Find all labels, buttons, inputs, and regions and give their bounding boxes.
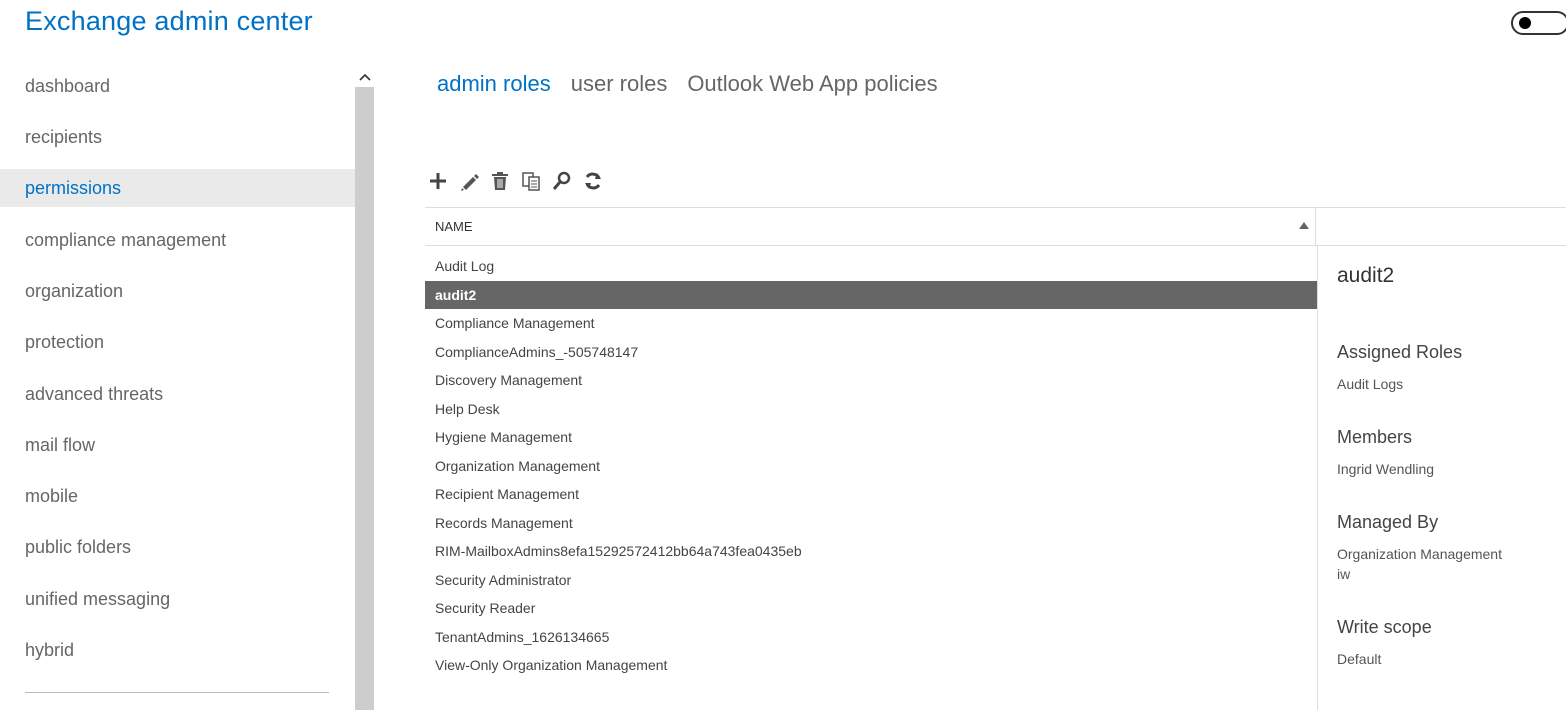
sidebar-item-mail-flow[interactable]: mail flow	[0, 426, 355, 464]
details-title: audit2	[1337, 264, 1395, 287]
delete-button[interactable]	[489, 169, 511, 193]
scroll-thumb[interactable]	[355, 87, 374, 710]
write-scope-label: Write scope	[1337, 617, 1432, 637]
sidebar-divider	[25, 692, 329, 693]
header-separator	[1315, 208, 1316, 245]
table-row[interactable]: Help Desk	[425, 395, 1317, 424]
members-label: Members	[1337, 427, 1413, 447]
table-row[interactable]: Compliance Management	[425, 309, 1317, 338]
sidebar-item-recipients[interactable]: recipients	[0, 118, 355, 156]
toolbar	[427, 169, 604, 193]
sidebar-scrollbar[interactable]	[355, 67, 374, 710]
sidebar-nav: dashboard recipients permissions complia…	[0, 62, 355, 710]
sidebar-item-advanced-threats[interactable]: advanced threats	[0, 375, 355, 413]
search-icon	[552, 171, 571, 190]
table-row[interactable]: Discovery Management	[425, 366, 1317, 395]
theme-toggle[interactable]	[1511, 11, 1566, 35]
table-row-selected[interactable]: audit2	[425, 280, 1317, 309]
sidebar-item-permissions[interactable]: permissions	[0, 169, 355, 207]
copy-button[interactable]	[520, 169, 542, 193]
table-row[interactable]: View-Only Organization Management	[425, 651, 1317, 680]
sidebar-item-unified-messaging[interactable]: unified messaging	[0, 580, 355, 618]
assigned-roles-value: Audit Logs	[1337, 376, 1404, 392]
refresh-button[interactable]	[582, 169, 604, 193]
copy-icon	[522, 172, 540, 191]
refresh-icon	[585, 172, 601, 190]
managed-by-value-2: iw	[1337, 566, 1351, 582]
tab-owa-policies[interactable]: Outlook Web App policies	[687, 71, 937, 97]
table-row[interactable]: Hygiene Management	[425, 423, 1317, 452]
search-button[interactable]	[551, 169, 573, 193]
sidebar-item-compliance-management[interactable]: compliance management	[0, 221, 355, 259]
edit-icon	[461, 174, 479, 191]
details-separator	[1317, 246, 1318, 710]
table-row[interactable]: Records Management	[425, 509, 1317, 538]
list-header: NAME	[425, 207, 1566, 246]
add-icon	[430, 173, 446, 189]
table-row[interactable]: Security Reader	[425, 594, 1317, 623]
delete-icon	[492, 172, 508, 190]
assigned-roles-label: Assigned Roles	[1337, 342, 1463, 362]
table-row[interactable]: Organization Management	[425, 452, 1317, 481]
toggle-knob	[1519, 17, 1531, 29]
table-row[interactable]: RIM-MailboxAdmins8efa15292572412bb64a743…	[425, 537, 1317, 566]
sidebar-item-hybrid[interactable]: hybrid	[0, 631, 355, 669]
table-row[interactable]: ComplianceAdmins_-505748147	[425, 338, 1317, 367]
sort-ascending-icon[interactable]	[1299, 222, 1309, 229]
table-row[interactable]: Recipient Management	[425, 480, 1317, 509]
tab-bar: admin roles user roles Outlook Web App p…	[437, 71, 938, 97]
sidebar-item-organization[interactable]: organization	[0, 272, 355, 310]
role-group-list: Audit Log audit2 Compliance Management C…	[425, 252, 1317, 680]
app-title: Exchange admin center	[25, 6, 313, 36]
sidebar-item-dashboard[interactable]: dashboard	[0, 67, 355, 105]
write-scope-value: Default	[1337, 651, 1382, 667]
scroll-up-button[interactable]	[355, 67, 374, 87]
tab-user-roles[interactable]: user roles	[571, 71, 668, 97]
managed-by-label: Managed By	[1337, 512, 1439, 532]
sidebar-item-mobile[interactable]: mobile	[0, 477, 355, 515]
managed-by-value: Organization Management	[1337, 546, 1502, 562]
table-row[interactable]: Audit Log	[425, 252, 1317, 281]
edit-button[interactable]	[458, 169, 480, 193]
column-header-name[interactable]: NAME	[435, 208, 473, 245]
sidebar-item-protection[interactable]: protection	[0, 323, 355, 361]
tab-admin-roles[interactable]: admin roles	[437, 71, 551, 97]
table-row[interactable]: TenantAdmins_1626134665	[425, 623, 1317, 652]
add-button[interactable]	[427, 169, 449, 193]
members-value: Ingrid Wendling	[1337, 461, 1435, 477]
chevron-up-icon	[358, 73, 371, 81]
sidebar-item-public-folders[interactable]: public folders	[0, 528, 355, 566]
table-row[interactable]: Security Administrator	[425, 566, 1317, 595]
